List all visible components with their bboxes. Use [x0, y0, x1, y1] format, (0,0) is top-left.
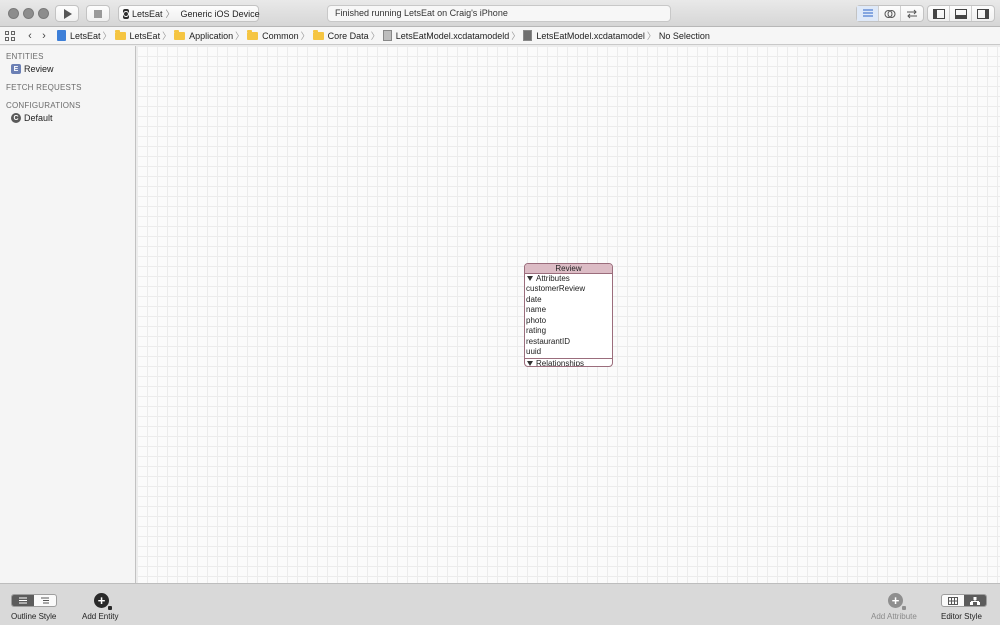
stop-button[interactable]	[86, 5, 110, 22]
breadcrumb-model-bundle[interactable]: LetsEatModel.xcdatamodeld 〉	[382, 29, 524, 42]
flat-outline-button[interactable]	[12, 595, 34, 606]
configuration-icon: C	[11, 113, 21, 123]
disclosure-triangle-icon[interactable]	[527, 276, 533, 282]
attribute-row[interactable]: customerReview	[525, 284, 612, 295]
activity-status: Finished running LetsEat on Craig's iPho…	[327, 5, 671, 22]
data-model-file-icon	[523, 30, 533, 41]
attributes-section-header[interactable]: Attributes	[525, 274, 612, 284]
breadcrumb-group-common[interactable]: Common 〉	[247, 29, 313, 42]
chevron-right-icon: 〉	[646, 31, 656, 41]
add-attribute-label: Add Attribute	[871, 612, 917, 621]
graph-style-button[interactable]	[964, 595, 986, 606]
chevron-right-icon: 〉	[102, 31, 112, 41]
entity-item-review[interactable]: E Review	[11, 64, 54, 74]
version-editor-button[interactable]	[901, 6, 923, 21]
view-toggle-control	[927, 5, 995, 22]
outline-style-control	[11, 594, 57, 607]
entity-title[interactable]: Review	[525, 264, 612, 274]
breadcrumb-model-file[interactable]: LetsEatModel.xcdatamodel 〉	[523, 29, 659, 42]
folder-icon	[174, 29, 186, 40]
configurations-header: CONFIGURATIONS	[6, 101, 81, 110]
run-button[interactable]	[55, 5, 79, 22]
chevron-right-icon: 〉	[162, 31, 172, 41]
lines-icon	[862, 9, 873, 17]
chevron-right-icon: 〉	[511, 31, 521, 41]
play-icon	[64, 8, 72, 19]
editor-style-control	[941, 594, 987, 607]
folder-icon	[312, 29, 324, 40]
plus-icon: +	[891, 593, 900, 608]
editor-bottom-bar: Outline Style + Add Entity + Add Attribu…	[0, 583, 1000, 625]
hierarchy-list-icon	[41, 597, 49, 604]
table-icon	[948, 596, 958, 605]
add-attribute-button[interactable]: +	[888, 593, 906, 610]
toggle-navigator-button[interactable]	[928, 6, 950, 21]
add-entity-label: Add Entity	[82, 612, 119, 621]
configuration-item-label: Default	[24, 113, 53, 123]
attribute-row[interactable]: photo	[525, 316, 612, 327]
scheme-app-name[interactable]: LetsEat	[132, 9, 163, 19]
breadcrumb-group-letseat[interactable]: LetsEat 〉	[114, 29, 175, 42]
plus-icon: +	[97, 593, 106, 608]
attribute-row[interactable]: rating	[525, 326, 612, 337]
scheme-device-name[interactable]: Generic iOS Device	[181, 9, 260, 19]
app-icon	[123, 8, 129, 19]
circles-icon	[884, 9, 895, 18]
entities-header: ENTITIES	[6, 52, 44, 61]
entity-node-review[interactable]: Review Attributes customerReview date na…	[524, 263, 613, 367]
graph-icon	[970, 596, 980, 605]
configuration-item-default[interactable]: C Default	[11, 113, 53, 123]
attribute-row[interactable]: uuid	[525, 347, 612, 358]
data-model-bundle-icon	[382, 30, 392, 41]
folder-icon	[114, 29, 126, 40]
table-style-button[interactable]	[942, 595, 964, 606]
assistant-editor-button[interactable]	[879, 6, 901, 21]
minimize-window-button[interactable]	[23, 8, 34, 19]
editor-style-label: Editor Style	[941, 612, 982, 621]
attribute-row[interactable]: name	[525, 305, 612, 316]
window-toolbar: LetsEat 〉 Generic iOS Device Finished ru…	[0, 0, 1000, 27]
back-arrow-icon[interactable]: ‹	[23, 30, 37, 42]
disclosure-triangle-icon[interactable]	[527, 360, 533, 366]
chevron-right-icon: 〉	[235, 31, 245, 41]
model-outline-sidebar: ENTITIES E Review FETCH REQUESTS CONFIGU…	[0, 46, 136, 583]
graph-editor-canvas[interactable]: Review Attributes customerReview date na…	[137, 46, 1000, 583]
jump-bar: ‹ › LetsEat 〉 LetsEat 〉 Application 〉 Co…	[0, 27, 1000, 45]
add-entity-button[interactable]: +	[94, 593, 112, 610]
folder-icon	[247, 29, 259, 40]
relationships-section-header[interactable]: Relationships	[525, 357, 612, 366]
breadcrumb-group-core-data[interactable]: Core Data 〉	[312, 29, 383, 42]
bottom-panel-icon	[954, 8, 967, 19]
forward-arrow-icon[interactable]: ›	[37, 30, 51, 42]
right-panel-icon	[977, 8, 989, 19]
outline-style-label: Outline Style	[11, 612, 57, 621]
stop-icon	[94, 9, 102, 18]
chevron-right-icon: 〉	[370, 31, 380, 41]
zoom-window-button[interactable]	[38, 8, 49, 19]
arrows-swap-icon	[907, 9, 917, 18]
hierarchical-outline-button[interactable]	[34, 595, 56, 606]
attribute-row[interactable]: date	[525, 295, 612, 306]
toggle-utilities-button[interactable]	[972, 6, 994, 21]
breadcrumb-group-application[interactable]: Application 〉	[174, 29, 247, 42]
toggle-debug-area-button[interactable]	[950, 6, 972, 21]
close-window-button[interactable]	[8, 8, 19, 19]
breadcrumb-selection[interactable]: No Selection	[659, 31, 710, 41]
entity-item-label: Review	[24, 64, 54, 74]
chevron-right-icon: 〉	[165, 9, 175, 19]
standard-editor-button[interactable]	[857, 6, 879, 21]
list-icon	[19, 597, 27, 604]
related-items-icon[interactable]	[5, 30, 15, 41]
scheme-selector[interactable]: LetsEat 〉 Generic iOS Device	[118, 5, 260, 22]
editor-mode-control	[856, 5, 924, 22]
chevron-right-icon: 〉	[300, 31, 310, 41]
project-file-icon	[57, 30, 66, 41]
fetch-requests-header: FETCH REQUESTS	[6, 83, 82, 92]
left-panel-icon	[932, 8, 945, 19]
entity-icon: E	[11, 64, 21, 74]
attribute-row[interactable]: restaurantID	[525, 337, 612, 348]
breadcrumb-project[interactable]: LetsEat 〉	[57, 29, 115, 42]
